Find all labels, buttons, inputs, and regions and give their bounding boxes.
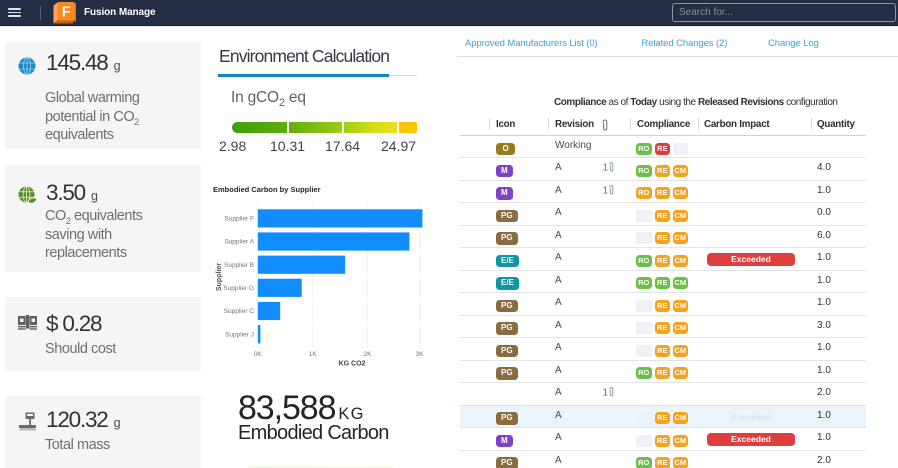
svg-text:Supplier B: Supplier B [224,262,254,269]
svg-text:Supplier: Supplier [216,263,223,291]
svg-text:KG CO2: KG CO2 [339,361,366,368]
svg-text:Supplier F: Supplier F [224,216,254,223]
svg-text:Supplier J: Supplier J [225,331,254,338]
svg-text:0K: 0K [254,351,263,358]
svg-text:Supplier A: Supplier A [224,239,254,246]
svg-text:F: F [62,5,71,21]
svg-text:Supplier G: Supplier G [223,285,254,292]
svg-text:2K: 2K [364,351,373,358]
svg-text:3K: 3K [416,351,425,358]
svg-text:Supplier C: Supplier C [224,308,255,315]
svg-text:1K: 1K [309,351,318,358]
svg-text:Embodied Carbon by Supplier: Embodied Carbon by Supplier [213,185,321,194]
